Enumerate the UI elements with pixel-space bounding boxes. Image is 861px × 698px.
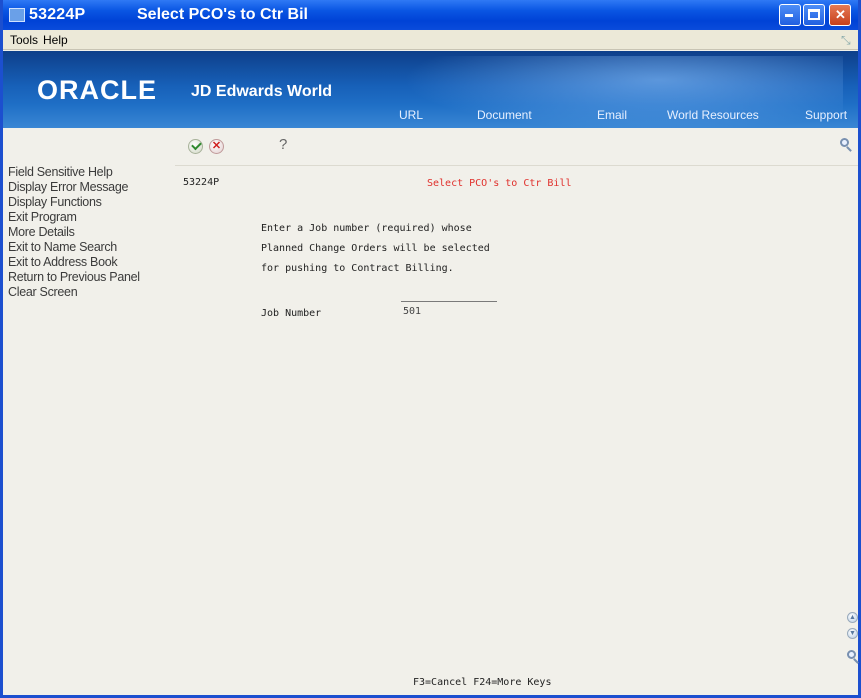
instruction-line-3: for pushing to Contract Billing. [261,263,454,274]
scroll-up-icon[interactable]: ▲ [847,612,858,623]
function-keys: F3=Cancel F24=More Keys [413,677,552,688]
instruction-line-1: Enter a Job number (required) whose [261,223,472,234]
oracle-logo: ORACLE [37,75,157,105]
sidebar-item-clear-screen[interactable]: Clear Screen [8,285,171,299]
sidebar-item-more-details[interactable]: More Details [8,225,171,239]
menu-bar: Tools Help ⤡ [3,30,858,50]
sidebar-item-error-message[interactable]: Display Error Message [8,180,171,194]
toolbar-divider [175,165,858,166]
instruction-line-2: Planned Change Orders will be selected [261,243,490,254]
menu-help[interactable]: Help [43,33,68,47]
title-bar[interactable]: 53224P Select PCO's to Ctr Bil ✕ [3,0,858,30]
banner-link-world-resources[interactable]: World Resources [667,108,759,122]
scroll-down-icon[interactable]: ▼ [847,628,858,639]
function-sidebar: Field Sensitive Help Display Error Messa… [3,128,175,695]
job-number-label: Job Number [261,308,322,319]
close-button[interactable]: ✕ [829,4,851,26]
sidebar-item-name-search[interactable]: Exit to Name Search [8,240,171,254]
minimize-button[interactable] [779,4,801,26]
sidebar-item-previous-panel[interactable]: Return to Previous Panel [8,270,171,284]
help-icon[interactable]: ? [279,136,287,153]
sidebar-item-display-functions[interactable]: Display Functions [8,195,171,209]
form-area: ✕ ? 53224P Select PCO's to Ctr Bill Ente… [175,128,859,695]
oracle-banner: ORACLE JD Edwards World URL Document Ema… [3,51,858,128]
sidebar-item-field-help[interactable]: Field Sensitive Help [8,165,171,179]
maximize-button[interactable] [803,4,825,26]
maximize-icon [808,9,820,20]
banner-link-document[interactable]: Document [477,108,532,122]
close-icon: ✕ [835,7,846,22]
application-window: 53224P Select PCO's to Ctr Bil ✕ Tools H… [0,0,861,698]
form-title: Select PCO's to Ctr Bill [427,178,572,189]
window-app-id: 53224P [29,6,86,23]
resize-grip-icon: ⤡ [841,33,851,47]
search-icon[interactable] [840,138,852,152]
app-icon [9,8,25,22]
minimize-icon [785,14,793,17]
zoom-handle [853,658,859,664]
ok-check-icon[interactable] [188,139,203,154]
program-id: 53224P [183,177,220,188]
sidebar-item-exit-program[interactable]: Exit Program [8,210,171,224]
product-name: JD Edwards World [191,83,333,100]
banner-link-url[interactable]: URL [399,108,423,122]
menu-tools[interactable]: Tools [10,33,38,47]
cancel-x-icon[interactable]: ✕ [209,139,224,154]
zoom-search-icon[interactable] [847,650,859,664]
sidebar-item-address-book[interactable]: Exit to Address Book [8,255,171,269]
window-title: Select PCO's to Ctr Bil [137,6,308,23]
search-handle [846,146,852,152]
banner-link-email[interactable]: Email [597,108,627,122]
banner-link-support[interactable]: Support [805,108,847,122]
job-number-input[interactable] [401,301,497,321]
